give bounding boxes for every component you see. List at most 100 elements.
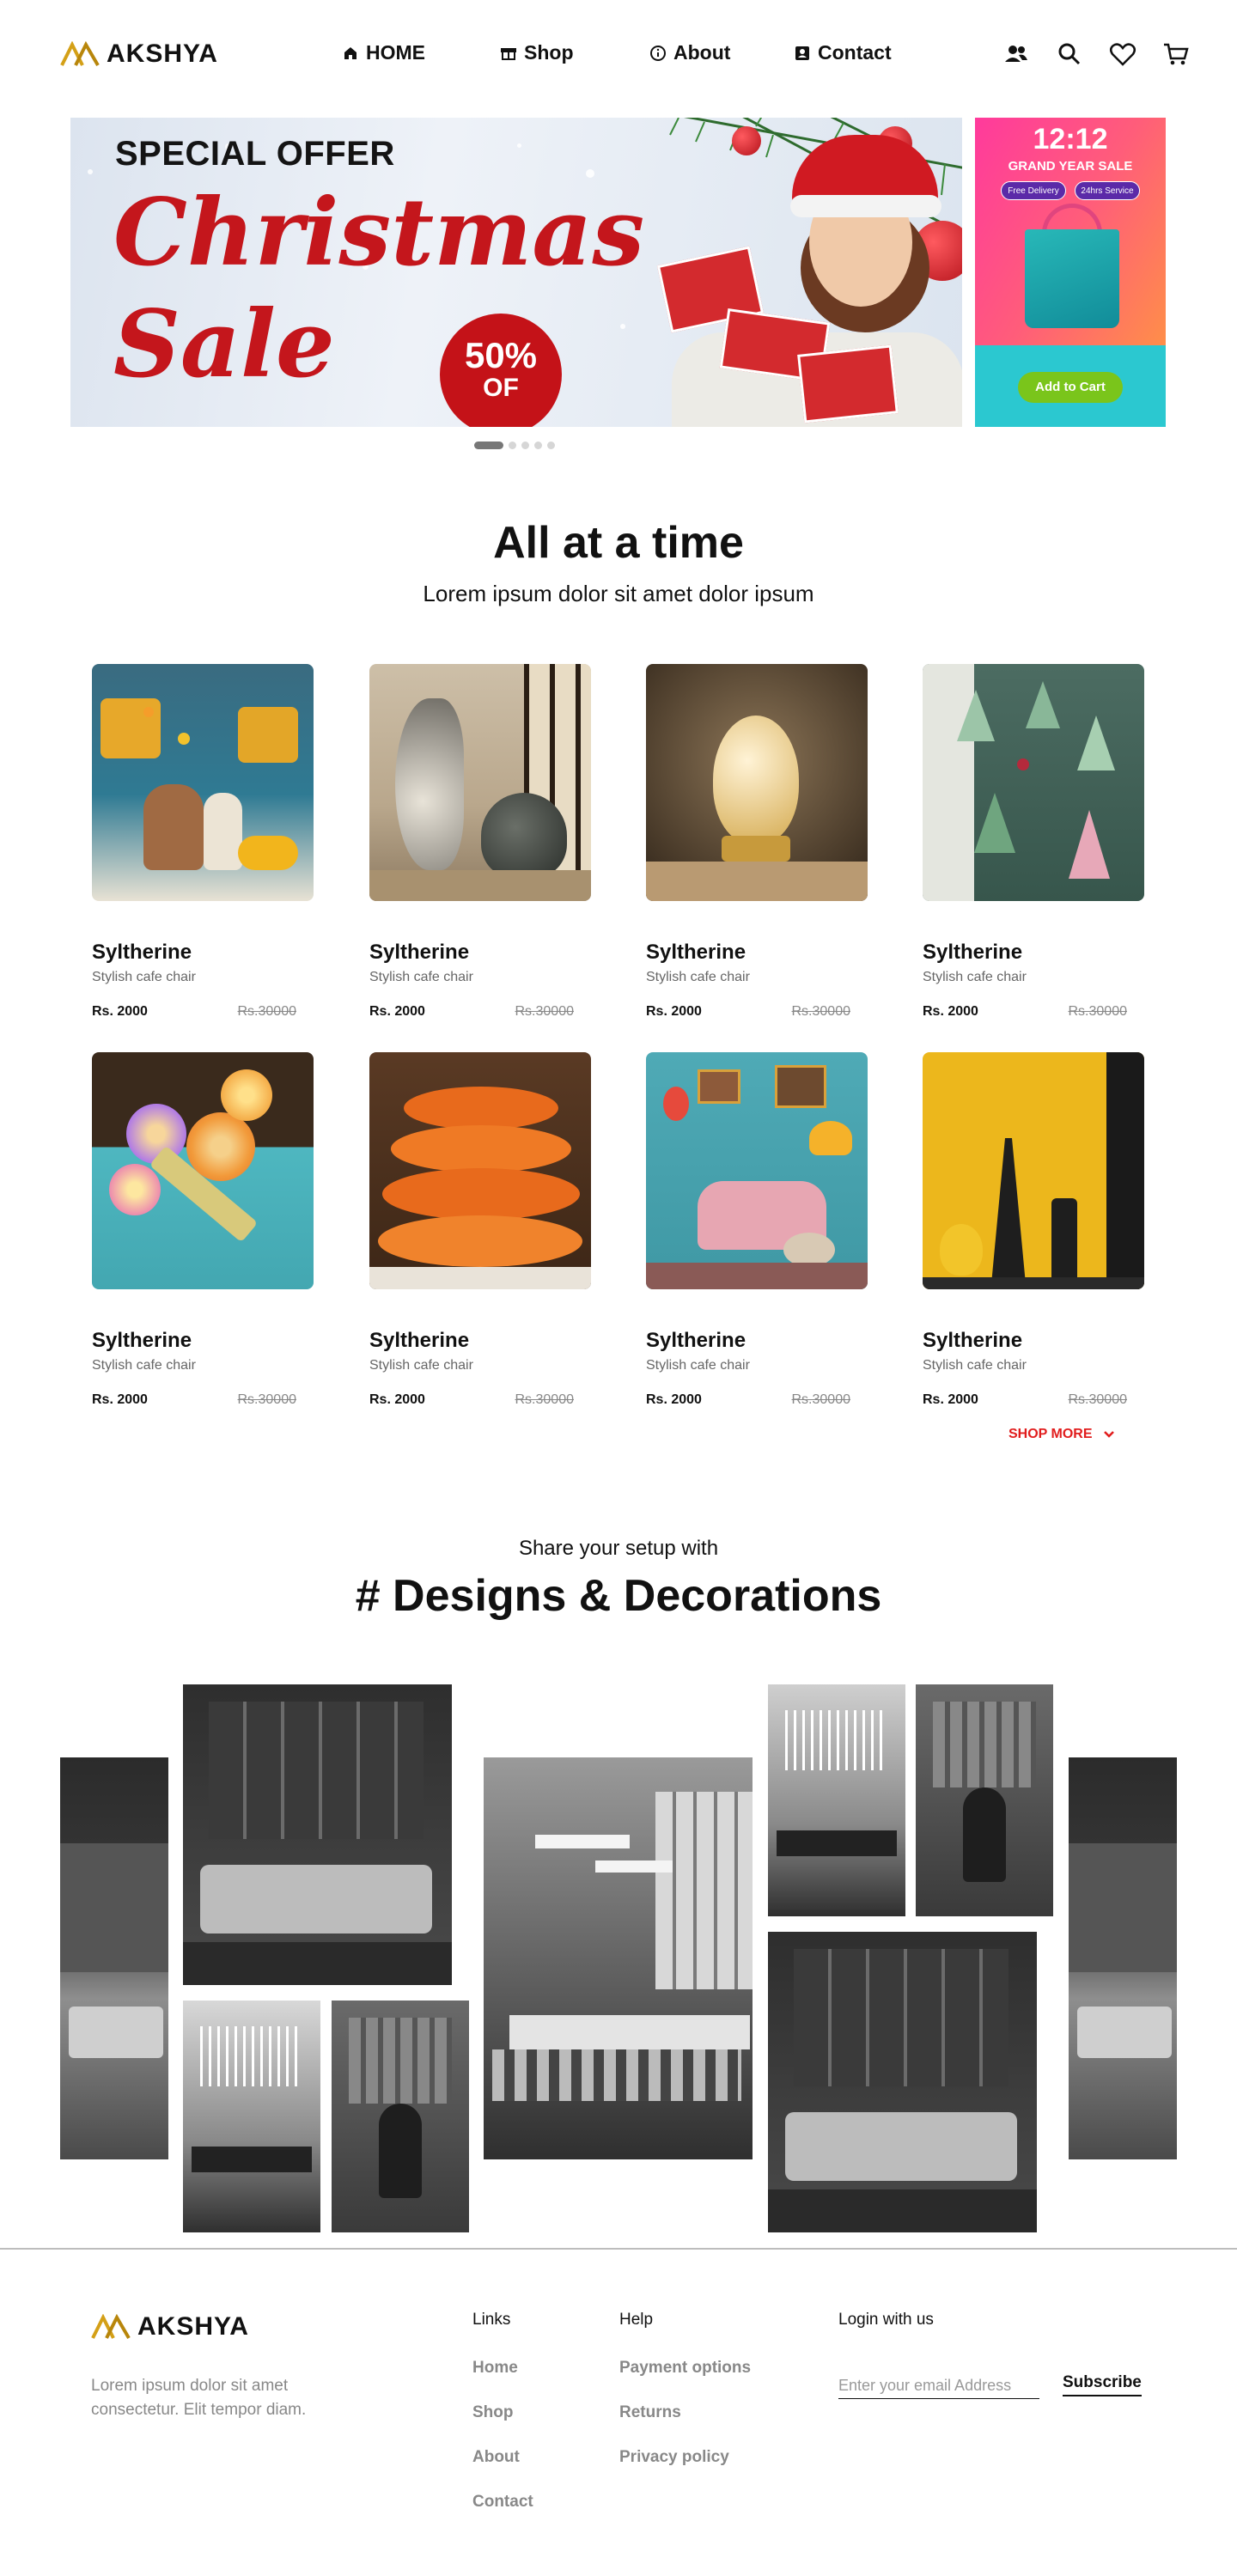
- hero-banner[interactable]: SPECIAL OFFER Christmas Sale 50% OF: [70, 118, 962, 427]
- nav-shop[interactable]: Shop: [500, 41, 574, 64]
- gallery-image[interactable]: [60, 1757, 168, 2159]
- product-desc: Stylish cafe chair: [92, 1358, 196, 1373]
- product-price: Rs. 2000: [923, 1392, 978, 1407]
- gallery-image[interactable]: [484, 1757, 753, 2159]
- product-card[interactable]: Syltherine Stylish cafe chair Rs. 2000 R…: [646, 1052, 868, 1408]
- email-field[interactable]: [838, 2373, 1039, 2399]
- subscribe-button[interactable]: Subscribe: [1063, 2373, 1142, 2396]
- promo-time: 12:12: [1033, 123, 1108, 155]
- gallery-image[interactable]: [916, 1684, 1053, 1916]
- product-price: Rs. 2000: [646, 1392, 702, 1407]
- product-desc: Stylish cafe chair: [923, 1358, 1027, 1373]
- gallery-image[interactable]: [1069, 1757, 1177, 2159]
- gift-box: [797, 344, 899, 423]
- gallery-image[interactable]: [332, 2001, 469, 2232]
- product-price: Rs. 2000: [923, 1004, 978, 1019]
- logo-mark-icon: [91, 2314, 131, 2340]
- users-icon[interactable]: [1002, 40, 1031, 69]
- footer-link-home[interactable]: Home: [472, 2359, 533, 2378]
- product-image: [369, 1052, 591, 1289]
- santa-hat-band: [790, 195, 941, 217]
- product-price: Rs. 2000: [92, 1392, 148, 1407]
- product-card[interactable]: Syltherine Stylish cafe chair Rs. 2000 R…: [92, 664, 314, 1020]
- search-icon[interactable]: [1055, 40, 1084, 69]
- footer-logo[interactable]: AKSHYA: [91, 2312, 249, 2342]
- chevron-down-icon: [1103, 1431, 1114, 1438]
- carousel-dots: [474, 442, 555, 449]
- gallery-image[interactable]: [183, 1684, 452, 1985]
- product-desc: Stylish cafe chair: [646, 970, 750, 984]
- footer-link-contact[interactable]: Contact: [472, 2493, 533, 2512]
- product-desc: Stylish cafe chair: [923, 970, 1027, 984]
- snow-dot: [517, 143, 521, 148]
- product-old-price: Rs.30000: [515, 1004, 575, 1019]
- gallery-image[interactable]: [768, 1932, 1037, 2232]
- nav-home[interactable]: HOME: [342, 41, 425, 64]
- shopping-bag-icon: [1025, 229, 1119, 328]
- product-card[interactable]: Syltherine Stylish cafe chair Rs. 2000 R…: [646, 664, 868, 1020]
- product-prices: Rs. 2000 Rs.30000: [369, 1392, 591, 1408]
- nav-contact[interactable]: Contact: [794, 41, 892, 64]
- shop-more-link[interactable]: SHOP MORE: [1008, 1427, 1115, 1442]
- nav-about-label: About: [673, 41, 731, 64]
- footer-link-about[interactable]: About: [472, 2448, 533, 2467]
- service-chip: 24hrs Service: [1075, 181, 1140, 200]
- carousel-dot-5[interactable]: [547, 442, 555, 449]
- footer-link-returns[interactable]: Returns: [619, 2403, 751, 2422]
- carousel-dot-2[interactable]: [509, 442, 516, 449]
- product-desc: Stylish cafe chair: [92, 970, 196, 984]
- free-delivery-chip: Free Delivery: [1001, 181, 1066, 200]
- hero-title-line1: Christmas: [113, 179, 645, 287]
- product-prices: Rs. 2000 Rs.30000: [92, 1392, 314, 1408]
- product-name: Syltherine: [369, 941, 470, 964]
- product-image: [369, 664, 591, 901]
- product-image: [923, 1052, 1144, 1289]
- product-card[interactable]: Syltherine Stylish cafe chair Rs. 2000 R…: [369, 1052, 591, 1408]
- share-subtitle: Share your setup with: [518, 1537, 719, 1560]
- product-price: Rs. 2000: [369, 1392, 425, 1407]
- logo[interactable]: AKSHYA: [60, 40, 218, 69]
- product-image: [92, 1052, 314, 1289]
- logo-text: AKSHYA: [107, 40, 218, 68]
- footer-login-column: Login with us: [838, 2311, 934, 2359]
- add-to-cart-button[interactable]: Add to Cart: [1018, 372, 1123, 403]
- nav-about[interactable]: About: [649, 41, 730, 64]
- product-desc: Stylish cafe chair: [369, 1358, 473, 1373]
- cart-icon[interactable]: [1161, 40, 1191, 69]
- info-icon: [650, 45, 666, 61]
- footer-logo-text: AKSHYA: [137, 2312, 249, 2341]
- carousel-dot-4[interactable]: [534, 442, 542, 449]
- footer-help-column: Help Payment options Returns Privacy pol…: [619, 2311, 751, 2493]
- footer-link-privacy[interactable]: Privacy policy: [619, 2448, 751, 2467]
- gallery-image[interactable]: [183, 2001, 320, 2232]
- section-title: All at a time: [493, 518, 744, 568]
- product-old-price: Rs.30000: [237, 1392, 297, 1407]
- discount-percent: 50%: [464, 335, 538, 375]
- shop-more-label: SHOP MORE: [1008, 1427, 1093, 1441]
- product-card[interactable]: Syltherine Stylish cafe chair Rs. 2000 R…: [923, 1052, 1144, 1408]
- product-prices: Rs. 2000 Rs.30000: [646, 1392, 868, 1408]
- home-icon: [344, 46, 356, 59]
- carousel-dot-1[interactable]: [474, 442, 503, 449]
- footer-link-shop[interactable]: Shop: [472, 2403, 533, 2422]
- product-name: Syltherine: [923, 1329, 1023, 1352]
- discount-of: OF: [483, 374, 519, 402]
- nav-home-label: HOME: [366, 41, 425, 64]
- product-image: [923, 664, 1144, 901]
- footer-help-heading: Help: [619, 2311, 654, 2329]
- carousel-dot-3[interactable]: [521, 442, 529, 449]
- side-promo-banner[interactable]: 12:12 GRAND YEAR SALE Free Delivery 24hr…: [975, 118, 1166, 427]
- product-card[interactable]: Syltherine Stylish cafe chair Rs. 2000 R…: [92, 1052, 314, 1408]
- product-old-price: Rs.30000: [791, 1004, 851, 1019]
- product-name: Syltherine: [646, 1329, 746, 1352]
- product-name: Syltherine: [92, 941, 192, 964]
- gallery-image[interactable]: [768, 1684, 905, 1916]
- heart-icon[interactable]: [1108, 40, 1137, 69]
- product-image: [92, 664, 314, 901]
- product-card[interactable]: Syltherine Stylish cafe chair Rs. 2000 R…: [923, 664, 1144, 1020]
- footer-link-payment[interactable]: Payment options: [619, 2359, 751, 2378]
- product-old-price: Rs.30000: [515, 1392, 575, 1407]
- product-card[interactable]: Syltherine Stylish cafe chair Rs. 2000 R…: [369, 664, 591, 1020]
- product-old-price: Rs.30000: [791, 1392, 851, 1407]
- hero-title-line2: Sale: [113, 290, 335, 399]
